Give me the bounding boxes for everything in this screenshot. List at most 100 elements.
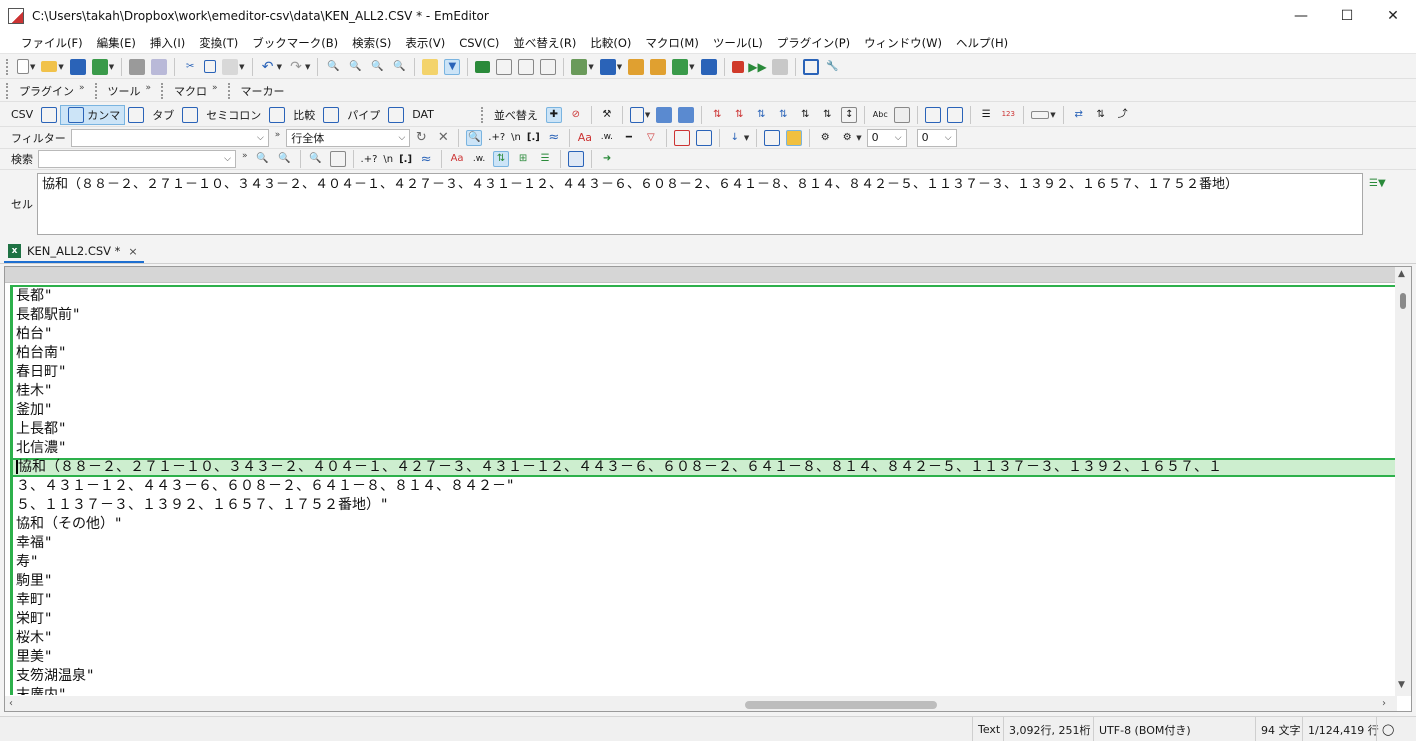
- advanced-filter-icon[interactable]: [764, 129, 781, 146]
- csv-semicolon-label[interactable]: セミコロン: [201, 107, 266, 123]
- marker-toolbar-label[interactable]: マーカー: [236, 83, 290, 99]
- filter-newline[interactable]: \n: [508, 132, 524, 143]
- text-line[interactable]: 桜木": [13, 629, 1395, 648]
- text-line[interactable]: 釜加": [13, 401, 1395, 420]
- horizontal-scroll-thumb[interactable]: [745, 701, 937, 709]
- search-brackets[interactable]: [.]: [396, 154, 415, 165]
- macro-run-icon[interactable]: ▶▶: [748, 59, 766, 75]
- new-dropdown-icon[interactable]: ▼: [30, 63, 35, 71]
- menu-tools[interactable]: ツール(L): [706, 35, 770, 51]
- tab-grid-icon[interactable]: [128, 106, 145, 123]
- filter-search-icon[interactable]: 🔍: [466, 129, 483, 146]
- text-line[interactable]: 長都": [13, 287, 1395, 306]
- plugin-overflow-icon[interactable]: »: [79, 83, 85, 93]
- text-line[interactable]: 柏台": [13, 325, 1395, 344]
- search-dropdown-icon[interactable]: ⌵: [224, 154, 231, 164]
- close-button[interactable]: ✕: [1370, 0, 1416, 32]
- properties-icon[interactable]: [628, 58, 645, 75]
- menu-compare[interactable]: 比較(O): [583, 35, 638, 51]
- search-go-icon[interactable]: ➜: [599, 151, 615, 167]
- toolbar-grip[interactable]: [6, 58, 10, 75]
- print-preview-icon[interactable]: [151, 58, 168, 75]
- status-position[interactable]: 3,092行, 251桁: [1003, 717, 1095, 741]
- plugin-tool-icon[interactable]: 🔧: [825, 59, 841, 75]
- search-newline[interactable]: \n: [380, 154, 396, 165]
- refresh-icon[interactable]: ↻: [413, 130, 429, 146]
- pipe-grid-icon[interactable]: [323, 106, 340, 123]
- lock-icon[interactable]: [786, 129, 803, 146]
- print-icon[interactable]: [129, 58, 146, 75]
- column-numbers-icon[interactable]: 123: [1000, 107, 1016, 123]
- search-input[interactable]: ⌵: [38, 150, 236, 168]
- scroll-up-icon[interactable]: ▲: [1398, 269, 1405, 279]
- search-grid-icon[interactable]: ⊞: [515, 151, 531, 167]
- spell-check-icon[interactable]: Abc: [872, 107, 888, 123]
- sort-len-desc-icon[interactable]: ⇅: [819, 107, 835, 123]
- sort-desc-icon[interactable]: ⇅: [731, 107, 747, 123]
- csv-dat-label[interactable]: DAT: [407, 108, 439, 121]
- csv-comma-button[interactable]: カンマ: [60, 104, 126, 125]
- menu-sort[interactable]: 並べ替え(R): [506, 35, 583, 51]
- save-icon[interactable]: [69, 58, 86, 75]
- image-icon[interactable]: [894, 106, 911, 123]
- wrap-window-icon[interactable]: [518, 58, 535, 75]
- outline-icon[interactable]: [700, 58, 717, 75]
- window-dropdown-icon[interactable]: ▼: [617, 63, 622, 71]
- csv-tab-label[interactable]: タブ: [147, 107, 179, 123]
- emeditor-app-icon[interactable]: [8, 8, 24, 24]
- scroll-down-icon[interactable]: ▼: [1398, 680, 1405, 690]
- text-line[interactable]: 栄町": [13, 610, 1395, 629]
- status-encoding[interactable]: UTF-8 (BOM付き): [1093, 717, 1196, 741]
- filter-brackets[interactable]: [.]: [524, 132, 543, 143]
- format-icon[interactable]: ⤴: [1115, 107, 1131, 123]
- csv-tools-icon[interactable]: ⚒: [599, 107, 615, 123]
- search-whole-word-icon[interactable]: .w.: [471, 151, 487, 167]
- save-dropdown-icon[interactable]: ▼: [109, 63, 114, 71]
- csv-mode-label[interactable]: CSV: [6, 108, 38, 121]
- scope-dropdown-icon[interactable]: ⌵: [398, 133, 405, 143]
- semicolon-grid-icon[interactable]: [182, 106, 199, 123]
- paste-dropdown-icon[interactable]: ▼: [239, 63, 244, 71]
- menu-convert[interactable]: 変換(T): [192, 35, 245, 51]
- insert-column-icon[interactable]: [656, 106, 673, 123]
- search-updown-icon[interactable]: ⇅: [493, 151, 510, 167]
- copy-icon[interactable]: [204, 60, 217, 73]
- vertical-scrollbar[interactable]: ▲ ▼: [1395, 267, 1411, 696]
- search-find-icon[interactable]: 🔍: [308, 151, 324, 167]
- configurations-icon[interactable]: [650, 58, 667, 75]
- status-mode[interactable]: Text: [972, 717, 1005, 741]
- after-dropdown-icon[interactable]: ⌵: [945, 133, 952, 143]
- save-all-icon[interactable]: [91, 58, 108, 75]
- toolbar-grip[interactable]: [227, 82, 232, 99]
- arrow-down-icon[interactable]: ↓: [727, 130, 743, 146]
- tab-ken-all2[interactable]: x KEN_ALL2.CSV * ×: [4, 241, 144, 263]
- line-numbers-icon[interactable]: ☰: [978, 107, 994, 123]
- sync-scroll-icon[interactable]: [947, 106, 964, 123]
- redo-dropdown-icon[interactable]: ▼: [305, 63, 310, 71]
- menu-insert[interactable]: 挿入(I): [143, 35, 192, 51]
- plugin-toolbar-label[interactable]: プラグイン: [14, 83, 79, 99]
- clipboard-icon[interactable]: [571, 58, 588, 75]
- undo-icon[interactable]: ↶: [260, 59, 276, 75]
- vertical-scroll-thumb[interactable]: [1400, 293, 1406, 309]
- match-case-icon[interactable]: Aa: [577, 130, 593, 146]
- search-match-case-icon[interactable]: Aa: [449, 151, 465, 167]
- delete-column-icon[interactable]: [678, 106, 695, 123]
- toolbar-grip[interactable]: [161, 82, 165, 99]
- find-icon[interactable]: 🔍: [325, 59, 341, 75]
- text-line[interactable]: 末廣内": [13, 686, 1395, 695]
- wrap-page-icon[interactable]: [540, 58, 557, 75]
- text-line[interactable]: 幸福": [13, 534, 1395, 553]
- menu-edit[interactable]: 編集(E): [90, 35, 143, 51]
- plugin-window-icon[interactable]: [802, 58, 819, 75]
- csv-pipe-label[interactable]: パイプ: [342, 107, 385, 123]
- search-fuzzy-icon[interactable]: ≈: [418, 151, 434, 167]
- cut-icon[interactable]: ✂: [182, 59, 198, 75]
- search-prev-icon[interactable]: 🔍: [277, 151, 293, 167]
- split-icon[interactable]: ⇅: [1093, 107, 1109, 123]
- negate-icon[interactable]: ━: [621, 130, 637, 146]
- sort-dialog-icon[interactable]: ↕: [841, 106, 858, 123]
- text-line[interactable]: 桂木": [13, 382, 1395, 401]
- text-line[interactable]: ３、４３１－１２、４４３－６、６０８－２、６４１－８、８１４、８４２－": [13, 477, 1395, 496]
- ruler-dropdown-icon[interactable]: ▼: [1050, 111, 1055, 119]
